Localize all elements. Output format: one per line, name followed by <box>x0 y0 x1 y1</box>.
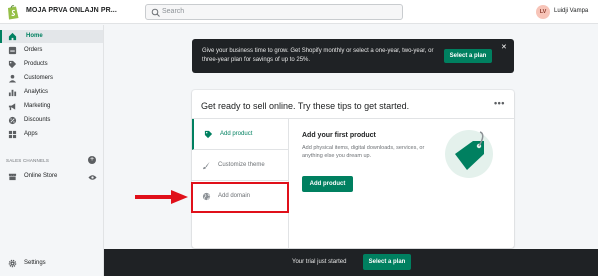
sidebar-item-apps[interactable]: Apps <box>0 128 103 141</box>
sidebar-item-home[interactable]: Home <box>0 30 103 43</box>
user-name[interactable]: Luidji Vampa <box>554 8 588 14</box>
sidebar-item-label: Marketing <box>24 103 51 109</box>
sidebar-item-label: Customers <box>24 75 54 81</box>
sidebar-item-marketing[interactable]: Marketing <box>0 100 103 113</box>
sidebar-item-analytics[interactable]: Analytics <box>0 86 103 99</box>
add-product-button[interactable]: Add product <box>302 176 353 192</box>
store-name[interactable]: MOJA PRVA ONLAJN PR... <box>26 7 117 14</box>
sidebar-item-label: Analytics <box>24 89 49 95</box>
avatar[interactable]: LV <box>536 5 550 19</box>
sales-channels-title: SALES CHANNELS <box>6 158 50 163</box>
tag-icon <box>204 130 213 139</box>
tag-icon <box>8 60 17 69</box>
select-plan-button-bottom[interactable]: Select a plan <box>363 254 411 270</box>
setup-tips-card: Get ready to sell online. Try these tips… <box>192 90 514 248</box>
eye-icon[interactable] <box>88 174 97 181</box>
trial-text: Your trial just started <box>292 259 347 265</box>
add-channel-icon[interactable]: + <box>88 156 96 164</box>
home-icon <box>8 32 17 41</box>
sidebar-item-label: Apps <box>24 131 38 137</box>
tip-content-title: Add your first product <box>302 132 376 139</box>
sidebar-item-label: Discounts <box>24 117 51 123</box>
trial-bar: Your trial just started Select a plan <box>104 249 598 276</box>
more-actions-icon[interactable]: ••• <box>494 98 505 108</box>
person-icon <box>8 74 17 83</box>
tip-add-product[interactable]: Add product <box>192 119 288 150</box>
sidebar-item-settings[interactable]: Settings <box>0 257 103 270</box>
top-bar: MOJA PRVA ONLAJN PR... Search LV Luidji … <box>0 0 598 24</box>
sidebar-item-discounts[interactable]: Discounts <box>0 114 103 127</box>
sidebar: Home Orders Products Customers Analytics… <box>0 25 104 276</box>
search-input[interactable]: Search <box>145 4 403 20</box>
sidebar-item-customers[interactable]: Customers <box>0 72 103 85</box>
annotation-highlight-box <box>191 182 289 213</box>
annotation-arrow-icon <box>135 190 188 204</box>
tip-label: Customize theme <box>218 162 265 168</box>
brush-icon <box>203 161 210 170</box>
sidebar-item-products[interactable]: Products <box>0 58 103 71</box>
sidebar-item-label: Products <box>24 61 48 67</box>
megaphone-icon <box>8 103 16 111</box>
sidebar-item-label: Online Store <box>24 173 58 179</box>
product-tag-illustration-icon <box>445 130 493 178</box>
tip-customize-theme[interactable]: Customize theme <box>192 150 288 181</box>
sidebar-item-label: Home <box>26 33 43 39</box>
select-plan-button[interactable]: Select a plan <box>444 49 492 63</box>
search-placeholder: Search <box>162 8 185 15</box>
search-icon <box>151 8 160 17</box>
orders-icon <box>8 46 17 55</box>
sidebar-item-label: Settings <box>24 260 46 266</box>
gear-icon <box>8 259 17 268</box>
sidebar-item-orders[interactable]: Orders <box>0 44 103 57</box>
shopify-logo-icon[interactable] <box>6 4 20 20</box>
sidebar-item-label: Orders <box>24 47 43 53</box>
close-icon[interactable]: ✕ <box>501 43 507 51</box>
card-title: Get ready to sell online. Try these tips… <box>201 101 410 111</box>
tip-label: Add product <box>220 131 253 137</box>
bar-chart-icon <box>8 89 17 97</box>
apps-icon <box>8 130 17 139</box>
store-icon <box>8 173 17 181</box>
plan-banner: Give your business time to grow. Get Sho… <box>192 39 514 73</box>
banner-text: Give your business time to grow. Get Sho… <box>202 48 434 63</box>
tip-content-description: Add physical items, digital downloads, s… <box>302 145 425 159</box>
discount-icon <box>8 116 17 125</box>
